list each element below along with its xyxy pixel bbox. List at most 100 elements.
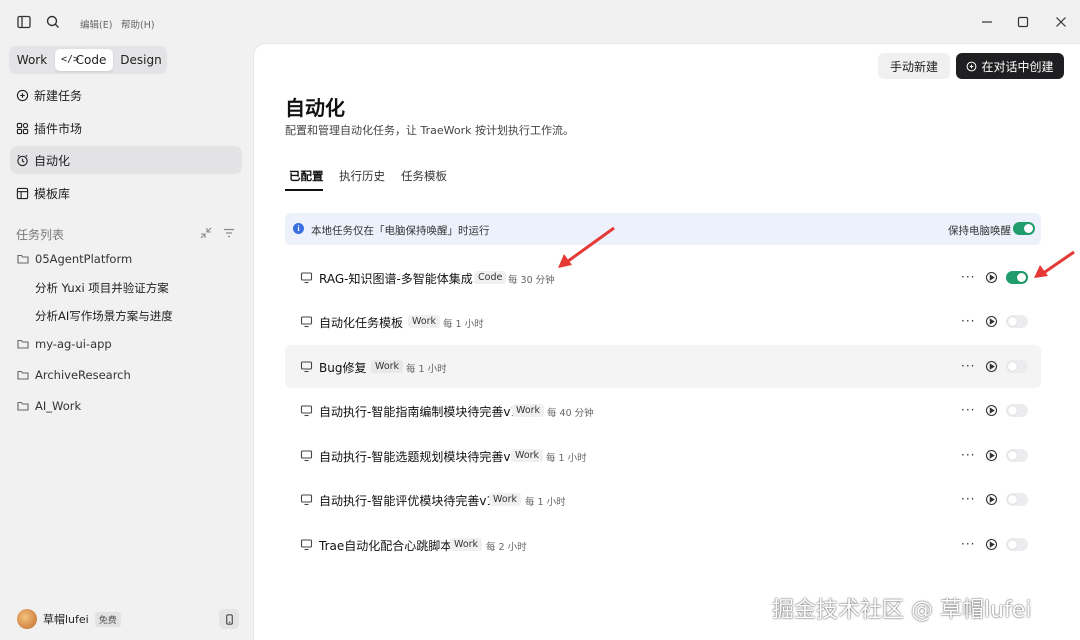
task-row[interactable]: 自动化任务模板 Work 每 1 小时 ···: [285, 300, 1041, 343]
mobile-button[interactable]: [219, 609, 239, 629]
task-frequency: 每 30 分钟: [508, 275, 555, 286]
page-title: 自动化: [285, 96, 345, 120]
keep-awake-toggle[interactable]: [1013, 222, 1035, 235]
clock-icon: [17, 154, 28, 166]
mode-design[interactable]: Design: [117, 49, 165, 71]
task-tag: Work: [408, 315, 441, 328]
task-tag: Code: [474, 271, 507, 284]
page-description: 配置和管理自动化任务，让 TraeWork 按计划执行工作流。: [285, 124, 574, 137]
task-row[interactable]: RAG-知识图谱-多智能体集成 Code 每 30 分钟 ···: [285, 256, 1041, 299]
task-row[interactable]: 自动执行-智能评优模块待完善v1 Work 每 1 小时 ···: [285, 478, 1041, 521]
run-icon[interactable]: [985, 404, 998, 417]
filter-icon[interactable]: [222, 226, 236, 240]
task-item[interactable]: 分析AI写作场景方案与进度: [35, 308, 173, 324]
task-item[interactable]: 分析 Yuxi 项目并验证方案: [35, 280, 169, 296]
manual-create-button[interactable]: 手动新建: [878, 53, 950, 79]
plugin-icon: [16, 122, 29, 134]
sidebar-item-label: 模板库: [34, 186, 71, 201]
more-icon[interactable]: ···: [961, 403, 975, 417]
sidebar-item-label: 插件市场: [34, 121, 83, 136]
mode-work[interactable]: Work: [13, 49, 51, 71]
task-frequency: 每 1 小时: [443, 319, 484, 330]
tab-history[interactable]: 执行历史: [339, 168, 385, 184]
collapse-icon[interactable]: [199, 226, 213, 240]
sidebar-item-new-task[interactable]: 新建任务: [10, 81, 242, 109]
active-tab-indicator: [285, 189, 323, 191]
monitor-icon: [300, 494, 313, 506]
run-icon[interactable]: [985, 271, 998, 284]
more-icon[interactable]: ···: [961, 270, 975, 284]
more-icon[interactable]: ···: [961, 537, 975, 551]
create-in-chat-button[interactable]: 在对话中创建: [956, 53, 1064, 79]
more-icon[interactable]: ···: [961, 492, 975, 506]
sidebar-item-label: 自动化: [34, 153, 71, 168]
task-row[interactable]: Bug修复 Work 每 1 小时 ···: [285, 345, 1041, 388]
folder-item[interactable]: 05AgentPlatform: [17, 250, 132, 268]
notice-text: 本地任务仅在「电脑保持唤醒」时运行: [311, 225, 490, 237]
monitor-icon: [300, 361, 313, 373]
maximize-icon[interactable]: [1014, 13, 1032, 31]
sidebar-toggle-icon[interactable]: [16, 14, 32, 30]
task-frequency: 每 40 分钟: [547, 408, 594, 419]
chat-plus-icon: [967, 61, 977, 71]
user-profile[interactable]: 草帽lufei 免费: [17, 609, 121, 629]
menu-help[interactable]: 帮助(H): [121, 17, 155, 31]
sidebar-item-automation[interactable]: 自动化: [10, 146, 242, 174]
task-toggle[interactable]: [1006, 315, 1028, 328]
task-row[interactable]: 自动执行-智能选题规划模块待完善v1 Work 每 1 小时 ···: [285, 434, 1041, 477]
search-icon[interactable]: [45, 14, 61, 30]
task-list: RAG-知识图谱-多智能体集成 Code 每 30 分钟 ··· 自动化任务模板…: [285, 256, 1041, 568]
folder-icon: [17, 254, 29, 264]
mode-switch: Work </> Code Design: [9, 46, 167, 74]
folder-item[interactable]: my-ag-ui-app: [17, 335, 112, 353]
task-toggle[interactable]: [1006, 449, 1028, 462]
menu-edit[interactable]: 编辑(E): [80, 17, 112, 31]
run-icon[interactable]: [985, 360, 998, 373]
minimize-icon[interactable]: [978, 13, 996, 31]
keep-awake-label: 保持电脑唤醒: [948, 225, 1011, 237]
task-toggle[interactable]: [1006, 538, 1028, 551]
run-icon[interactable]: [985, 493, 998, 506]
tab-configured[interactable]: 已配置: [289, 168, 324, 184]
task-title: Trae自动化配合心跳脚本: [319, 539, 453, 553]
username: 草帽lufei: [43, 613, 89, 626]
monitor-icon: [300, 405, 313, 417]
sidebar-item-label: 新建任务: [34, 88, 83, 103]
info-icon: i: [293, 223, 304, 234]
close-icon[interactable]: [1052, 13, 1070, 31]
run-icon[interactable]: [985, 449, 998, 462]
create-in-chat-label: 在对话中创建: [981, 59, 1054, 74]
plan-badge: 免费: [94, 611, 121, 627]
task-toggle[interactable]: [1006, 271, 1028, 284]
folder-label: 05AgentPlatform: [35, 252, 133, 266]
task-title: 自动化任务模板: [319, 316, 404, 330]
monitor-icon: [300, 539, 313, 551]
sidebar: Work </> Code Design 新建任务 插件市场 自动化 模板库 任…: [0, 44, 252, 640]
task-toggle[interactable]: [1006, 404, 1028, 417]
more-icon[interactable]: ···: [961, 314, 975, 328]
run-icon[interactable]: [985, 538, 998, 551]
more-icon[interactable]: ···: [961, 359, 975, 373]
task-toggle[interactable]: [1006, 360, 1028, 373]
sidebar-item-templates[interactable]: 模板库: [10, 179, 242, 207]
task-row[interactable]: 自动执行-智能指南编制模块待完善v1 Work 每 40 分钟 ···: [285, 389, 1041, 432]
mode-code[interactable]: </> Code: [55, 49, 113, 71]
run-icon[interactable]: [985, 315, 998, 328]
folder-item[interactable]: AI_Work: [17, 397, 81, 415]
task-tag: Work: [511, 449, 544, 462]
task-frequency: 每 1 小时: [546, 453, 587, 464]
folder-item[interactable]: ArchiveResearch: [17, 366, 131, 384]
task-title: Bug修复: [319, 361, 367, 375]
code-icon: </>: [61, 54, 80, 65]
task-title: 自动执行-智能选题规划模块待完善v1: [319, 450, 519, 464]
sidebar-item-plugins[interactable]: 插件市场: [10, 114, 242, 142]
task-toggle[interactable]: [1006, 493, 1028, 506]
annotation-arrow: [1034, 250, 1075, 278]
tab-templates[interactable]: 任务模板: [401, 168, 447, 184]
template-icon: [16, 187, 29, 199]
task-row[interactable]: Trae自动化配合心跳脚本 Work 每 2 小时 ···: [285, 523, 1041, 566]
task-frequency: 每 2 小时: [486, 542, 527, 553]
more-icon[interactable]: ···: [961, 448, 975, 462]
task-tag: Work: [512, 404, 545, 417]
phone-icon: [225, 613, 233, 625]
